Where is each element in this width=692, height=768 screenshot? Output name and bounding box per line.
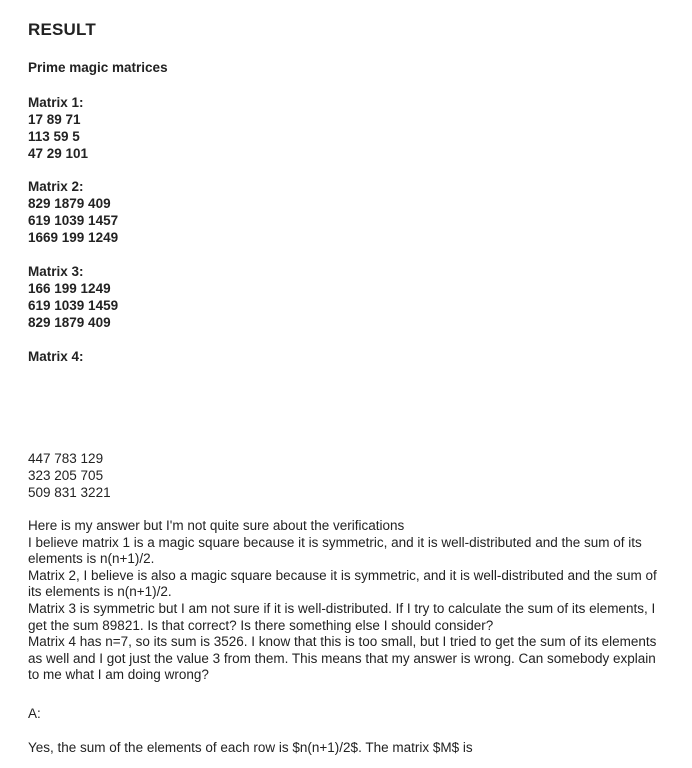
matrix-2: Matrix 2: 829 1879 409 619 1039 1457 166…	[28, 178, 118, 246]
matrix-row: 1669 199 1249	[28, 230, 119, 245]
section-subtitle: Prime magic matrices	[28, 60, 168, 75]
matrix-label: Matrix 2:	[28, 179, 84, 194]
matrix-4-rows: 447 783 129 323 205 705 509 831 3221	[28, 450, 111, 501]
matrix-row: 619 1039 1457	[28, 213, 119, 228]
matrix-4: Matrix 4:	[28, 348, 84, 365]
matrix-label: Matrix 1:	[28, 95, 84, 110]
question-paragraph: Matrix 2, I believe is also a magic squa…	[28, 567, 657, 600]
matrix-row: 113 59 5	[28, 129, 80, 144]
answer-label: A:	[28, 706, 41, 721]
matrix-row: 619 1039 1459	[28, 298, 119, 313]
question-paragraph: Matrix 3 is symmetric but I am not sure …	[28, 600, 656, 633]
question-text: Here is my answer but I'm not quite sure…	[28, 518, 668, 684]
question-paragraph: I believe matrix 1 is a magic square bec…	[28, 534, 642, 567]
matrix-row: 17 89 71	[28, 112, 81, 127]
matrix-row: 829 1879 409	[28, 315, 111, 330]
answer-text: Yes, the sum of the elements of each row…	[28, 740, 473, 755]
question-paragraph: Matrix 4 has n=7, so its sum is 3526. I …	[28, 634, 657, 683]
matrix-row: 509 831 3221	[28, 485, 111, 500]
matrix-row: 47 29 101	[28, 146, 89, 161]
matrix-3: Matrix 3: 166 199 1249 619 1039 1459 829…	[28, 263, 118, 331]
matrix-label: Matrix 3:	[28, 264, 84, 279]
page-title: RESULT	[28, 20, 96, 39]
matrix-row: 447 783 129	[28, 451, 104, 466]
question-paragraph: Here is my answer but I'm not quite sure…	[28, 518, 405, 533]
matrix-row: 323 205 705	[28, 468, 104, 483]
matrix-1: Matrix 1: 17 89 71 113 59 5 47 29 101	[28, 94, 88, 162]
matrix-row: 829 1879 409	[28, 196, 111, 211]
matrix-row: 166 199 1249	[28, 281, 111, 296]
matrix-label: Matrix 4:	[28, 349, 84, 364]
